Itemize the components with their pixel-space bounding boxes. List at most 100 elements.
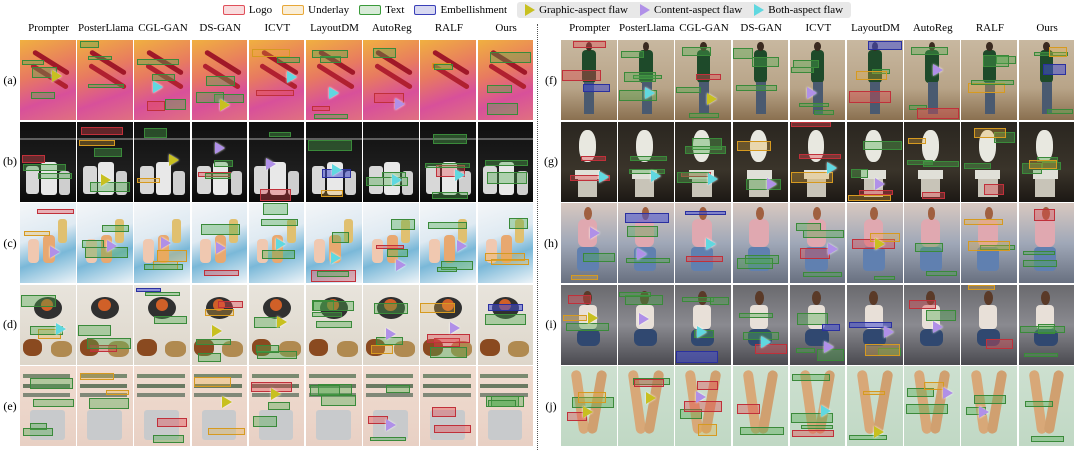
layout-element-box <box>194 377 232 387</box>
layout-element-box <box>433 63 454 70</box>
legend-swatch <box>222 5 245 15</box>
layout-element-box <box>1030 436 1065 442</box>
legend-item-underlay: Underlay <box>282 4 349 16</box>
layout-result-image <box>789 121 846 202</box>
layout-element-box <box>37 172 72 180</box>
layout-element-box <box>634 378 664 388</box>
layout-element-box <box>577 391 607 404</box>
layout-element-box <box>737 140 772 151</box>
layout-element-box <box>739 426 784 435</box>
layout-element-box <box>698 424 717 436</box>
layout-element-box <box>373 47 397 58</box>
flaw-marker-icon <box>884 326 895 339</box>
layout-result-image <box>618 40 674 120</box>
layout-result-image <box>420 366 477 446</box>
layout-element-box <box>1023 259 1058 267</box>
layout-result-image <box>847 366 903 446</box>
layout-element-box <box>157 417 187 428</box>
layout-result-image <box>477 40 534 120</box>
layout-element-box <box>24 230 50 236</box>
layout-result-image <box>561 203 617 283</box>
flaw-marker-icon <box>49 246 60 259</box>
row-label: (b) <box>3 154 17 169</box>
column-header-posterllama: PosterLlama <box>77 22 134 34</box>
flaw-marker-icon <box>160 236 171 249</box>
right-panel: Prompter PosterLlama CGL-GAN DS-GAN ICVT Layo… <box>541 20 1074 454</box>
layout-element-box <box>315 321 353 328</box>
layout-element-box <box>390 218 415 230</box>
layout-element-box <box>36 209 74 214</box>
layout-element-box <box>964 163 992 169</box>
layout-element-box <box>371 344 393 355</box>
layout-element-box <box>105 390 129 395</box>
legend-label: Underlay <box>308 4 350 16</box>
right-column-headers: Prompter PosterLlama CGL-GAN DS-GAN ICVT Layo… <box>561 22 1074 38</box>
layout-element-box <box>751 57 779 67</box>
flaw-legend-label: Graphic-aspect flaw <box>539 4 628 16</box>
layout-element-box <box>1025 400 1054 408</box>
layout-element-box <box>909 299 937 309</box>
layout-element-box <box>436 266 458 273</box>
flaw-marker-icon <box>806 86 817 99</box>
layout-result-image <box>77 203 133 283</box>
layout-element-box <box>910 47 949 56</box>
layout-result-image <box>847 40 903 120</box>
layout-element-box <box>312 49 348 59</box>
layout-element-box <box>623 71 657 83</box>
layout-element-box <box>490 259 529 265</box>
layout-result-image <box>306 203 362 283</box>
layout-element-box <box>429 347 467 358</box>
layout-result-image <box>248 366 305 446</box>
layout-element-box <box>370 437 407 442</box>
flaw-legend-item: Graphic-aspect flaw <box>525 4 628 16</box>
layout-result-image <box>306 40 362 120</box>
layout-element-box <box>165 98 186 111</box>
layout-result-image <box>306 121 362 202</box>
layout-result-image <box>561 366 617 446</box>
layout-result-image <box>675 284 732 365</box>
layout-element-box <box>790 67 814 74</box>
flaw-marker-icon <box>823 341 834 354</box>
layout-element-box <box>799 102 830 108</box>
column-header-layoutdm: LayoutDM <box>851 22 900 34</box>
left-panel: Prompter PosterLlama CGL-GAN DS-GAN ICVT Layo… <box>0 20 534 454</box>
layout-element-box <box>208 427 245 435</box>
layout-element-box <box>204 270 239 277</box>
layout-element-box <box>484 313 527 325</box>
layout-result-image <box>420 40 477 120</box>
layout-element-box <box>197 352 222 362</box>
layout-element-box <box>386 248 408 257</box>
layout-result-image <box>961 366 1018 446</box>
layout-element-box <box>906 403 949 415</box>
flaw-marker-icon <box>587 311 598 324</box>
layout-result-image <box>847 284 903 365</box>
flaw-marker-icon <box>582 406 593 419</box>
layout-element-box <box>314 114 348 119</box>
layout-element-box <box>982 55 1010 67</box>
column-header-ds-gan: DS-GAN <box>199 22 241 34</box>
flaw-marker-icon <box>589 227 600 240</box>
layout-element-box <box>681 46 712 56</box>
layout-result-image <box>732 203 789 283</box>
layout-element-box <box>434 424 471 433</box>
flaw-legend-item: Content-aspect flaw <box>639 4 742 16</box>
layout-element-box <box>1028 159 1058 169</box>
layout-element-box <box>484 160 529 167</box>
column-header-autoreg: AutoReg <box>912 22 953 34</box>
layout-result-image <box>618 366 674 446</box>
layout-element-box <box>583 252 615 263</box>
layout-element-box <box>21 294 57 307</box>
triangle-marker-icon <box>754 4 765 16</box>
flaw-marker-icon <box>276 315 287 328</box>
layout-element-box <box>79 372 115 380</box>
layout-result-image <box>789 366 846 446</box>
triangle-marker-icon <box>525 4 536 16</box>
layout-element-box <box>23 427 53 437</box>
layout-element-box <box>813 110 834 116</box>
layout-result-image <box>789 284 846 365</box>
layout-element-box <box>565 323 609 332</box>
layout-result-image <box>789 40 846 120</box>
row-label: (d) <box>3 317 17 332</box>
layout-result-image <box>248 40 305 120</box>
layout-element-box <box>312 106 330 112</box>
